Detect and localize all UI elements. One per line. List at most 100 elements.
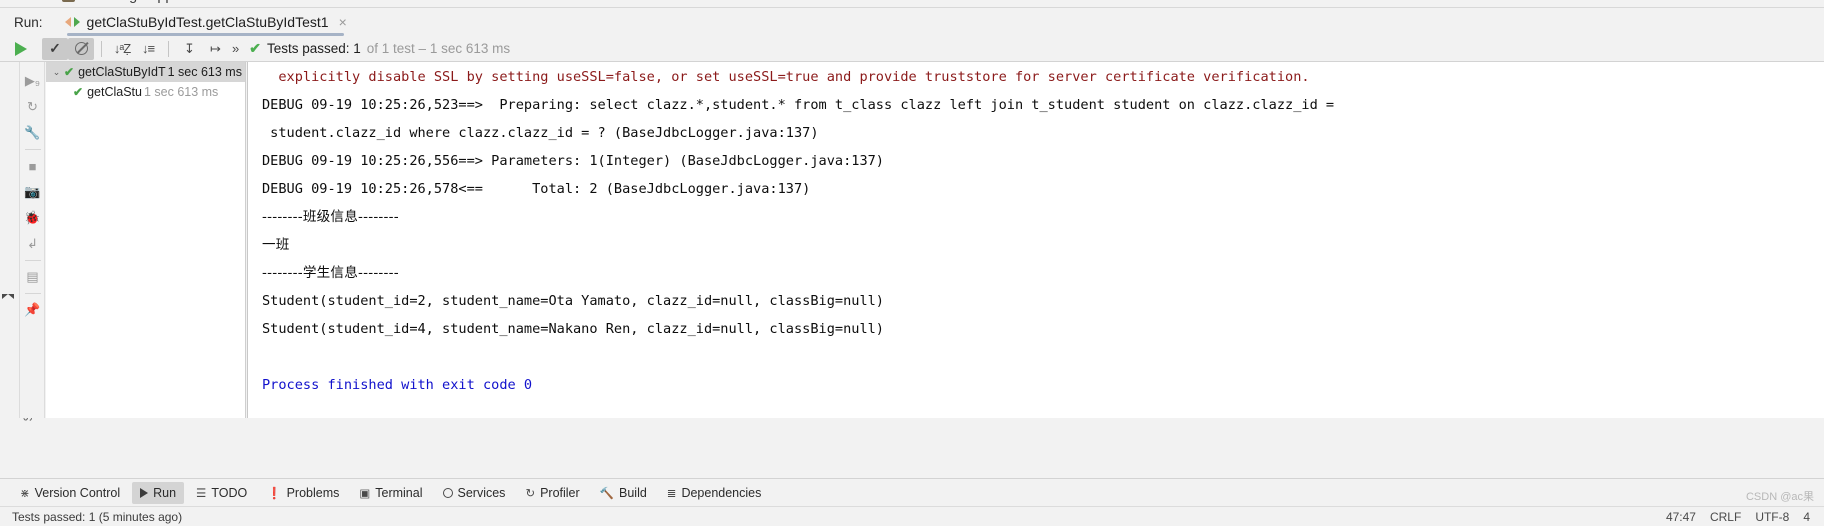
rerun-play-icon: [15, 41, 27, 56]
tool-window-bar: ⋇ Version Control Run ☰ TODO ❗ Problems …: [0, 478, 1824, 506]
tool-window-terminal[interactable]: ▣ Terminal: [351, 482, 430, 504]
show-passed-toggle[interactable]: ✓: [42, 37, 68, 60]
dependencies-icon: ≣: [666, 487, 677, 500]
tool-window-label: Version Control: [34, 485, 121, 500]
debug-icon[interactable]: 🐞: [22, 205, 44, 231]
tool-window-label: Profiler: [540, 485, 580, 500]
sort-duration-icon: ↓≡: [141, 41, 155, 56]
check-icon: ✓: [49, 40, 61, 56]
problems-warning-icon: ❗: [267, 487, 282, 500]
collapse-all-icon: ↦: [210, 40, 221, 56]
watermark: CSDN @ac果: [1745, 491, 1814, 503]
rerun-failed-icon[interactable]: ▶₉: [22, 68, 44, 94]
tool-window-version-control[interactable]: ⋇ Version Control: [12, 482, 128, 504]
ide-status-bar: Tests passed: 1 (5 minutes ago) 47:47 CR…: [0, 506, 1824, 526]
pin-tab-icon[interactable]: 📌: [22, 297, 44, 323]
tests-summary-text: of 1 test – 1 sec 613 ms: [366, 41, 511, 56]
chevron-down-icon[interactable]: ⌄: [49, 67, 64, 78]
console-output[interactable]: explicitly disable SSL by setting useSSL…: [247, 62, 1824, 418]
todo-list-icon: ☰: [196, 487, 207, 500]
settings-wrench-icon[interactable]: 🔧: [22, 120, 44, 146]
rail-separator-2: [24, 260, 41, 261]
run-tab-title: getClaStuByIdTest.getClaStuByIdTest1: [86, 14, 329, 30]
console-line: DEBUG 09-19 10:25:26,578<== Total: 2 (Ba…: [262, 181, 811, 197]
test-passed-icon: ✔: [73, 85, 84, 99]
status-check-icon: ✔: [249, 40, 261, 56]
open-console-icon[interactable]: ↲: [22, 231, 44, 257]
test-tree-row-suite[interactable]: ⌄ ✔ getClaStuByIdT 1 sec 613 ms: [46, 62, 245, 82]
file-encoding[interactable]: UTF-8: [1755, 510, 1789, 524]
run-configuration-icon: [64, 16, 80, 29]
left-tool-gutter: Bookmarks Structure: [0, 62, 35, 421]
tool-window-label: TODO: [211, 485, 248, 500]
ide-run-tool-window: ClassBigMapperXml Run: getClaStuByIdTest…: [0, 0, 1824, 526]
test-passed-icon: ✔: [64, 65, 75, 79]
test-tree-duration-method: 1 sec 613 ms: [143, 85, 219, 99]
collapse-all-button[interactable]: ↦: [202, 38, 228, 60]
editor-tab-strip: ClassBigMapperXml: [0, 0, 1824, 8]
expand-all-button[interactable]: ↧: [176, 38, 202, 60]
terminal-icon: ▣: [359, 487, 371, 500]
console-line: 一班: [262, 237, 290, 253]
tool-window-build[interactable]: 🔨 Build: [592, 482, 655, 504]
export-snapshot-icon[interactable]: 📷: [22, 179, 44, 205]
tests-passed-text: Tests passed: 1: [266, 41, 361, 56]
rerun-automatically-icon[interactable]: ↻: [22, 94, 44, 120]
tool-window-dependencies[interactable]: ≣ Dependencies: [659, 482, 770, 504]
test-tree-duration-suite: 1 sec 613 ms: [167, 65, 242, 79]
tool-window-label: Run: [153, 485, 177, 500]
editor-tab-label: ClassBigMapperXml: [80, 0, 211, 4]
tool-window-run[interactable]: Run: [132, 481, 185, 504]
caret-position[interactable]: 47:47: [1666, 510, 1696, 524]
tool-window-todo[interactable]: ☰ TODO: [188, 482, 255, 504]
hide-ignored-toggle[interactable]: [68, 37, 94, 60]
run-action-rail: ▶₉ ↻ 🔧 ■ 📷 🐞 ↲ ▤ 📌: [21, 62, 45, 418]
tool-window-services[interactable]: Services: [435, 482, 514, 504]
ban-icon: [74, 42, 88, 55]
tool-window-label: Services: [457, 485, 506, 500]
xml-file-icon: [62, 0, 75, 2]
tool-window-label: Terminal: [375, 485, 423, 500]
indent-size[interactable]: 4: [1803, 510, 1810, 524]
sort-by-duration-button[interactable]: ↓≡: [135, 38, 161, 60]
run-tab-getclastubyidtest[interactable]: getClaStuByIdTest.getClaStuByIdTest1 ×: [61, 8, 356, 36]
profiler-icon: ↻: [525, 487, 536, 500]
console-line: DEBUG 09-19 10:25:26,556==> Parameters: …: [262, 153, 884, 169]
toolbar-separator-2: [168, 40, 169, 57]
status-bar-message: Tests passed: 1 (5 minutes ago): [12, 509, 183, 524]
test-runner-toolbar: ✓ ↓ᵃẒ ↓≡ ↧ ↦ » ✔ Tests passed: 1 of 1 te…: [0, 36, 1824, 62]
console-line: Student(student_id=4, student_name=Nakan…: [262, 321, 884, 337]
test-results-tree[interactable]: ⌄ ✔ getClaStuByIdT 1 sec 613 ms ✔ getCla…: [46, 62, 246, 418]
more-options-button[interactable]: »: [228, 41, 243, 56]
toolbar-separator-1: [101, 40, 102, 57]
console-line: student.clazz_id where clazz.clazz_id = …: [262, 125, 819, 141]
stop-process-icon[interactable]: ■: [22, 153, 44, 179]
expand-all-icon: ↧: [184, 40, 195, 56]
line-separator[interactable]: CRLF: [1710, 510, 1741, 524]
test-status-area: ✔ Tests passed: 1 of 1 test – 1 sec 613 …: [249, 40, 510, 57]
test-tree-label-method: getClaStu: [87, 85, 142, 99]
test-tree-row-method[interactable]: ✔ getClaStu 1 sec 613 ms: [46, 82, 245, 102]
layout-settings-icon[interactable]: ▤: [22, 264, 44, 290]
sort-alphabetically-button[interactable]: ↓ᵃẒ: [109, 38, 135, 60]
run-triangle-icon: [140, 487, 149, 498]
tool-window-profiler[interactable]: ↻ Profiler: [517, 482, 587, 504]
rail-separator-3: [24, 293, 41, 294]
rerun-tests-button[interactable]: [0, 41, 42, 56]
toolbar-toggle-group: ✓ ↓ᵃẒ ↓≡ ↧ ↦ »: [42, 37, 243, 60]
editor-tab-classbigmapper[interactable]: ClassBigMapperXml: [62, 0, 211, 6]
tool-window-problems[interactable]: ❗ Problems: [259, 482, 347, 504]
console-line: --------班级信息--------: [262, 209, 399, 225]
tool-window-label: Problems: [286, 485, 340, 500]
rail-separator-1: [24, 149, 41, 150]
build-hammer-icon: 🔨: [599, 487, 614, 500]
status-bar-right: 47:47 CRLF UTF-8 4: [1666, 510, 1810, 524]
run-header-row: Run: getClaStuByIdTest.getClaStuByIdTest…: [0, 8, 1824, 36]
test-tree-label-suite: getClaStuByIdT: [78, 65, 166, 79]
branch-icon: ⋇: [20, 487, 30, 500]
console-line: Process finished with exit code 0: [262, 377, 533, 393]
console-line: DEBUG 09-19 10:25:26,523==> Preparing: s…: [262, 97, 1335, 113]
close-icon[interactable]: ×: [336, 15, 350, 29]
services-icon: [442, 487, 453, 498]
